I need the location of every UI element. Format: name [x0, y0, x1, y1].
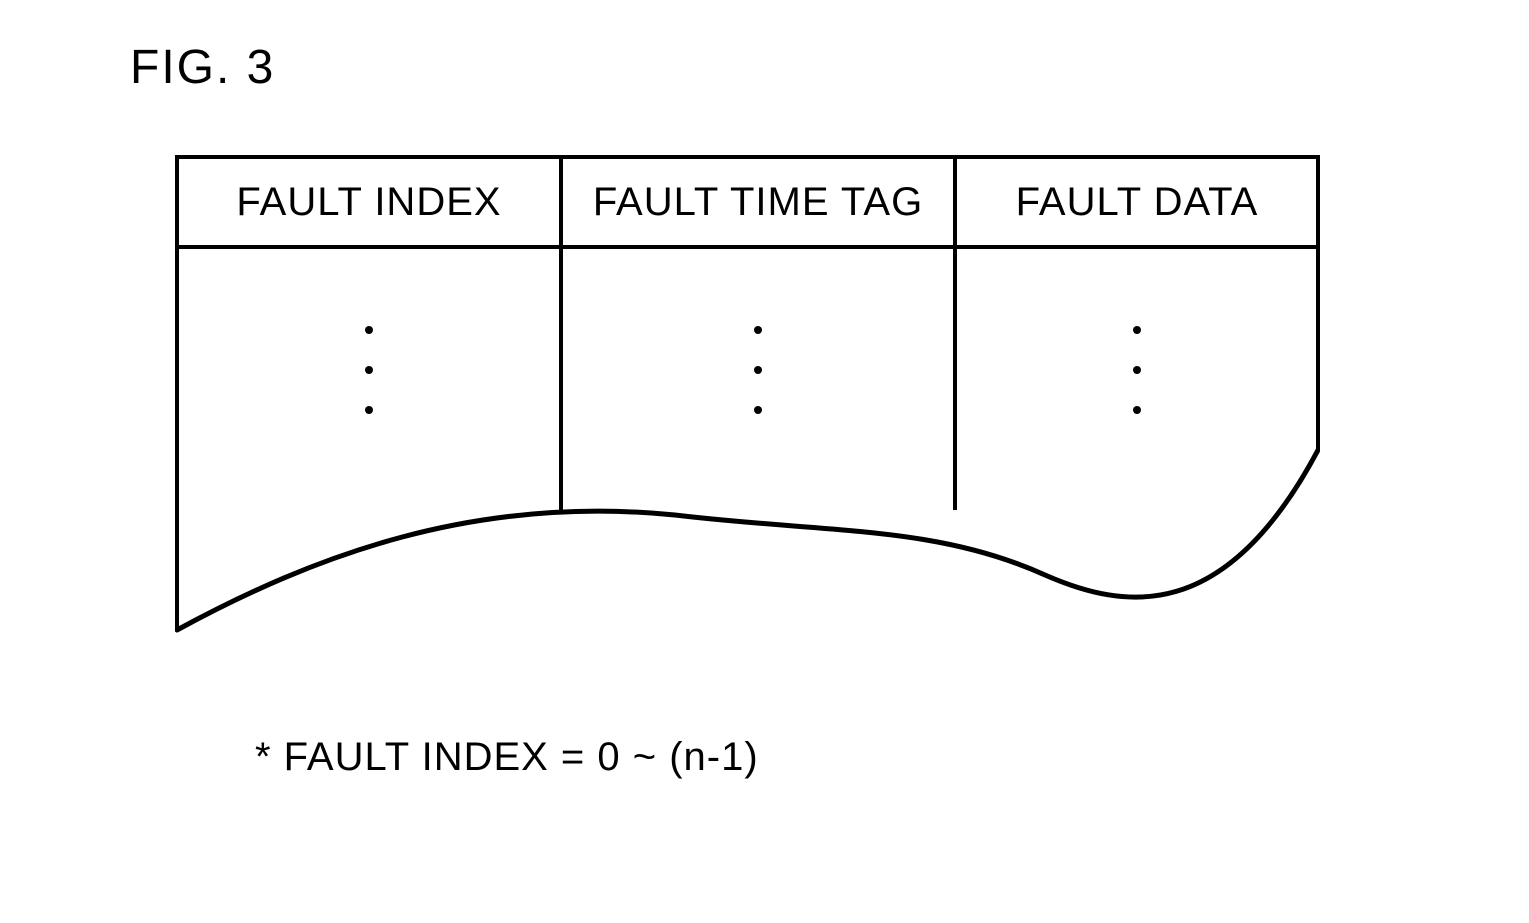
- header-fault-index: FAULT INDEX: [236, 180, 501, 224]
- ellipsis-col-1: [365, 326, 373, 414]
- ellipsis-col-2: [754, 326, 762, 414]
- figure-container: FIG. 3 FAULT INDEX FAULT TIME TAG FAULT …: [0, 0, 1529, 923]
- torn-bottom-edge: [177, 450, 1318, 630]
- ellipsis-col-3: [1133, 326, 1141, 414]
- fault-record-table: FAULT INDEX FAULT TIME TAG FAULT DATA: [175, 155, 1320, 675]
- header-fault-time-tag: FAULT TIME TAG: [593, 180, 923, 224]
- footnote: * FAULT INDEX = 0 ~ (n-1): [255, 735, 759, 780]
- header-fault-data: FAULT DATA: [1016, 180, 1259, 224]
- figure-label: FIG. 3: [130, 40, 275, 95]
